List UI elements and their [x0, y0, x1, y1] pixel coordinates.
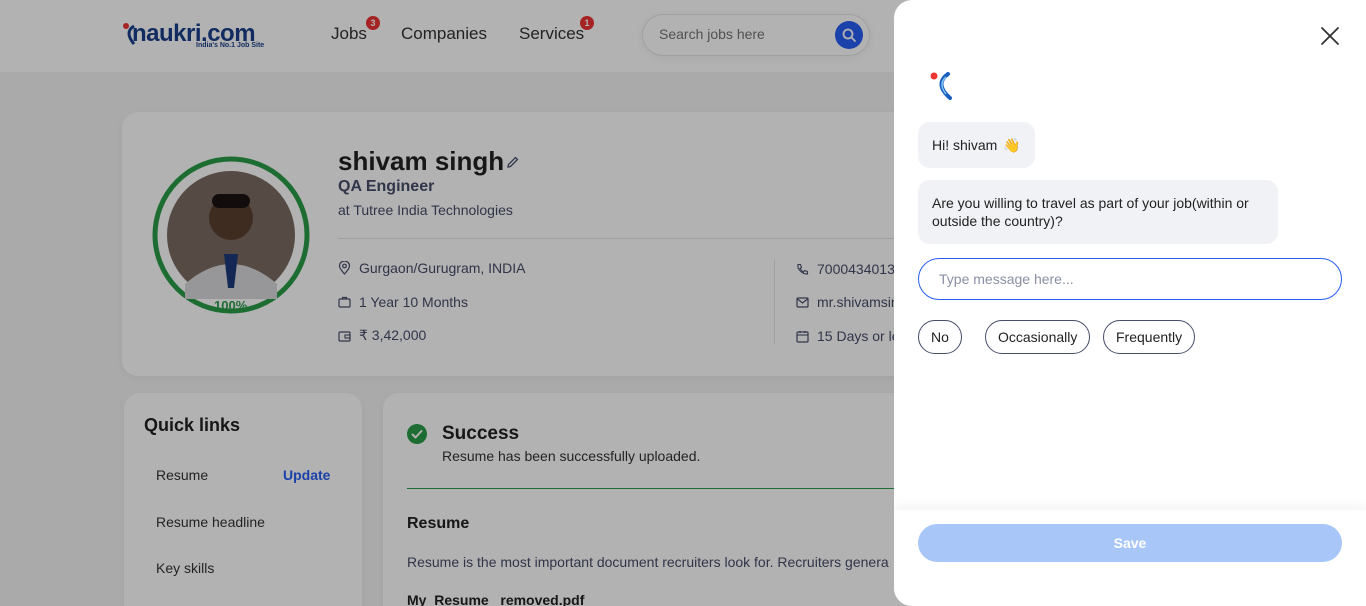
- greeting-text: Hi! shivam: [932, 137, 998, 153]
- option-occasionally-chip[interactable]: Occasionally: [985, 320, 1091, 354]
- option-frequently-chip[interactable]: Frequently: [1103, 320, 1196, 354]
- chatbot-avatar-icon: [930, 72, 952, 100]
- drawer-footer: Save: [894, 510, 1366, 606]
- save-button[interactable]: Save: [918, 524, 1342, 562]
- chat-greeting-bubble: Hi! shivam 👋: [918, 122, 1035, 168]
- chat-question-bubble: Are you willing to travel as part of you…: [918, 180, 1278, 244]
- close-icon[interactable]: [1318, 24, 1342, 48]
- waving-hand-icon: 👋: [1003, 137, 1021, 153]
- question-text: Are you willing to travel as part of you…: [932, 195, 1249, 229]
- option-no-chip[interactable]: No: [918, 320, 962, 354]
- chat-message-input[interactable]: [918, 258, 1342, 300]
- chatbot-drawer: Hi! shivam 👋 Are you willing to travel a…: [894, 0, 1366, 606]
